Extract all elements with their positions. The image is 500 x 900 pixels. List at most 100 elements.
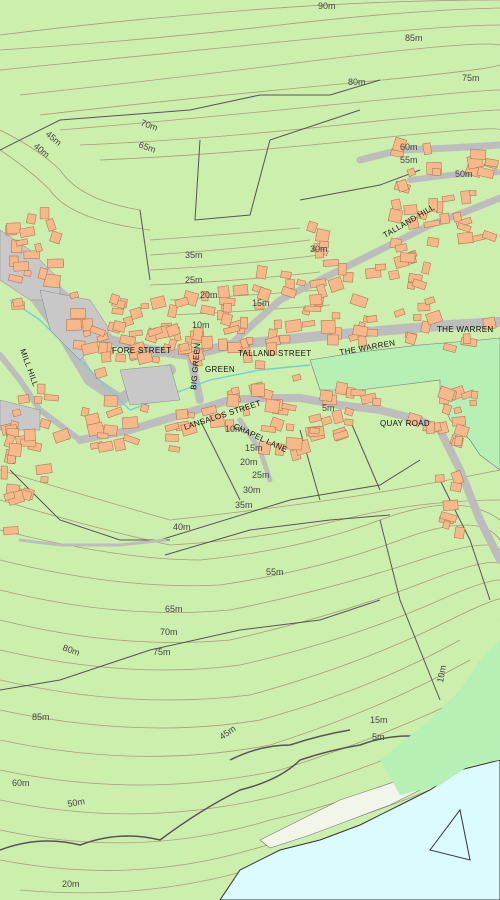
building [435,474,445,483]
building [13,261,30,272]
building [222,302,232,313]
building [43,393,60,402]
building [337,262,347,276]
contour-label: 85m [32,712,50,722]
building [388,269,400,281]
contour-label: 10m [192,320,210,330]
contour-label: 70m [160,627,178,637]
building [285,279,295,289]
building [470,390,479,399]
building [469,149,487,160]
building [309,427,320,435]
building [431,167,442,177]
building [218,338,228,351]
building [255,265,268,280]
building [23,428,37,442]
building [326,334,339,346]
contour-label: 30m [310,244,328,254]
building [331,312,341,320]
building [187,411,196,419]
contour-label: 85m [405,33,423,43]
contour-label: 10m [225,424,243,434]
contour-label: 75m [153,647,171,657]
building [70,308,86,319]
building [285,423,295,432]
map-canvas[interactable]: FORE STREET BIG GREEN GREEN TALLAND STRE… [0,0,500,900]
building [449,481,463,493]
building [320,319,336,334]
contour-label: 5m [322,403,335,413]
building [334,381,349,396]
building [46,258,64,269]
contour-label: 25m [252,470,270,480]
contour-label: 30m [243,485,261,495]
building [457,231,474,245]
building [6,222,21,234]
building [178,342,190,352]
building [232,284,249,297]
street-label-the-warren-2: THE WARREN [437,325,493,334]
contour-label: 75m [462,73,480,83]
building [284,319,303,334]
building [279,335,291,344]
building [96,432,109,439]
building [201,335,213,349]
building [140,303,150,310]
street-label-green: GREEN [205,365,235,374]
street-label-fore-street: FORE STREET [112,346,171,355]
building [100,351,112,363]
building [103,394,119,408]
building [12,297,24,308]
building [65,319,82,331]
contour-label: 90m [318,1,336,11]
building [40,476,49,484]
building [251,383,266,397]
building [322,259,340,267]
building [304,305,322,313]
building [309,294,323,306]
building [453,526,466,540]
contour-label: 40m [173,522,191,532]
building [35,463,53,476]
building [113,437,126,452]
building [439,212,451,225]
building [17,394,30,405]
building [452,211,463,223]
building [26,213,37,225]
building [350,388,366,397]
contour-label: 15m [370,715,388,725]
building [442,499,459,511]
contour-label: 55m [266,567,284,577]
contour-label: 20m [240,457,258,467]
contour-label: 80m [348,77,366,87]
contour-label: 60m [12,778,30,788]
building [23,269,32,277]
contour-label: 60m [400,142,418,152]
building [0,465,8,480]
building [469,399,477,407]
building [33,395,43,404]
building [426,236,440,248]
building [254,360,266,370]
contour-label: 55m [400,155,418,165]
contour-label: 20m [200,290,218,300]
building [2,525,19,536]
building [8,442,23,457]
building [230,386,240,396]
contour-label: 15m [252,298,270,308]
building [273,319,283,330]
building [264,398,281,414]
building [217,285,231,300]
building [399,252,416,263]
street-label-quay-road: QUAY ROAD [380,419,430,428]
building [454,435,463,447]
building [319,389,334,403]
contour-label: 25m [185,275,203,285]
contour-label: 20m [62,879,80,889]
contour-label: 50m [455,169,473,179]
building [285,436,303,451]
building [371,397,382,407]
contour-label: 35m [185,250,203,260]
contour-label: 5m [372,732,385,742]
building [239,316,249,329]
